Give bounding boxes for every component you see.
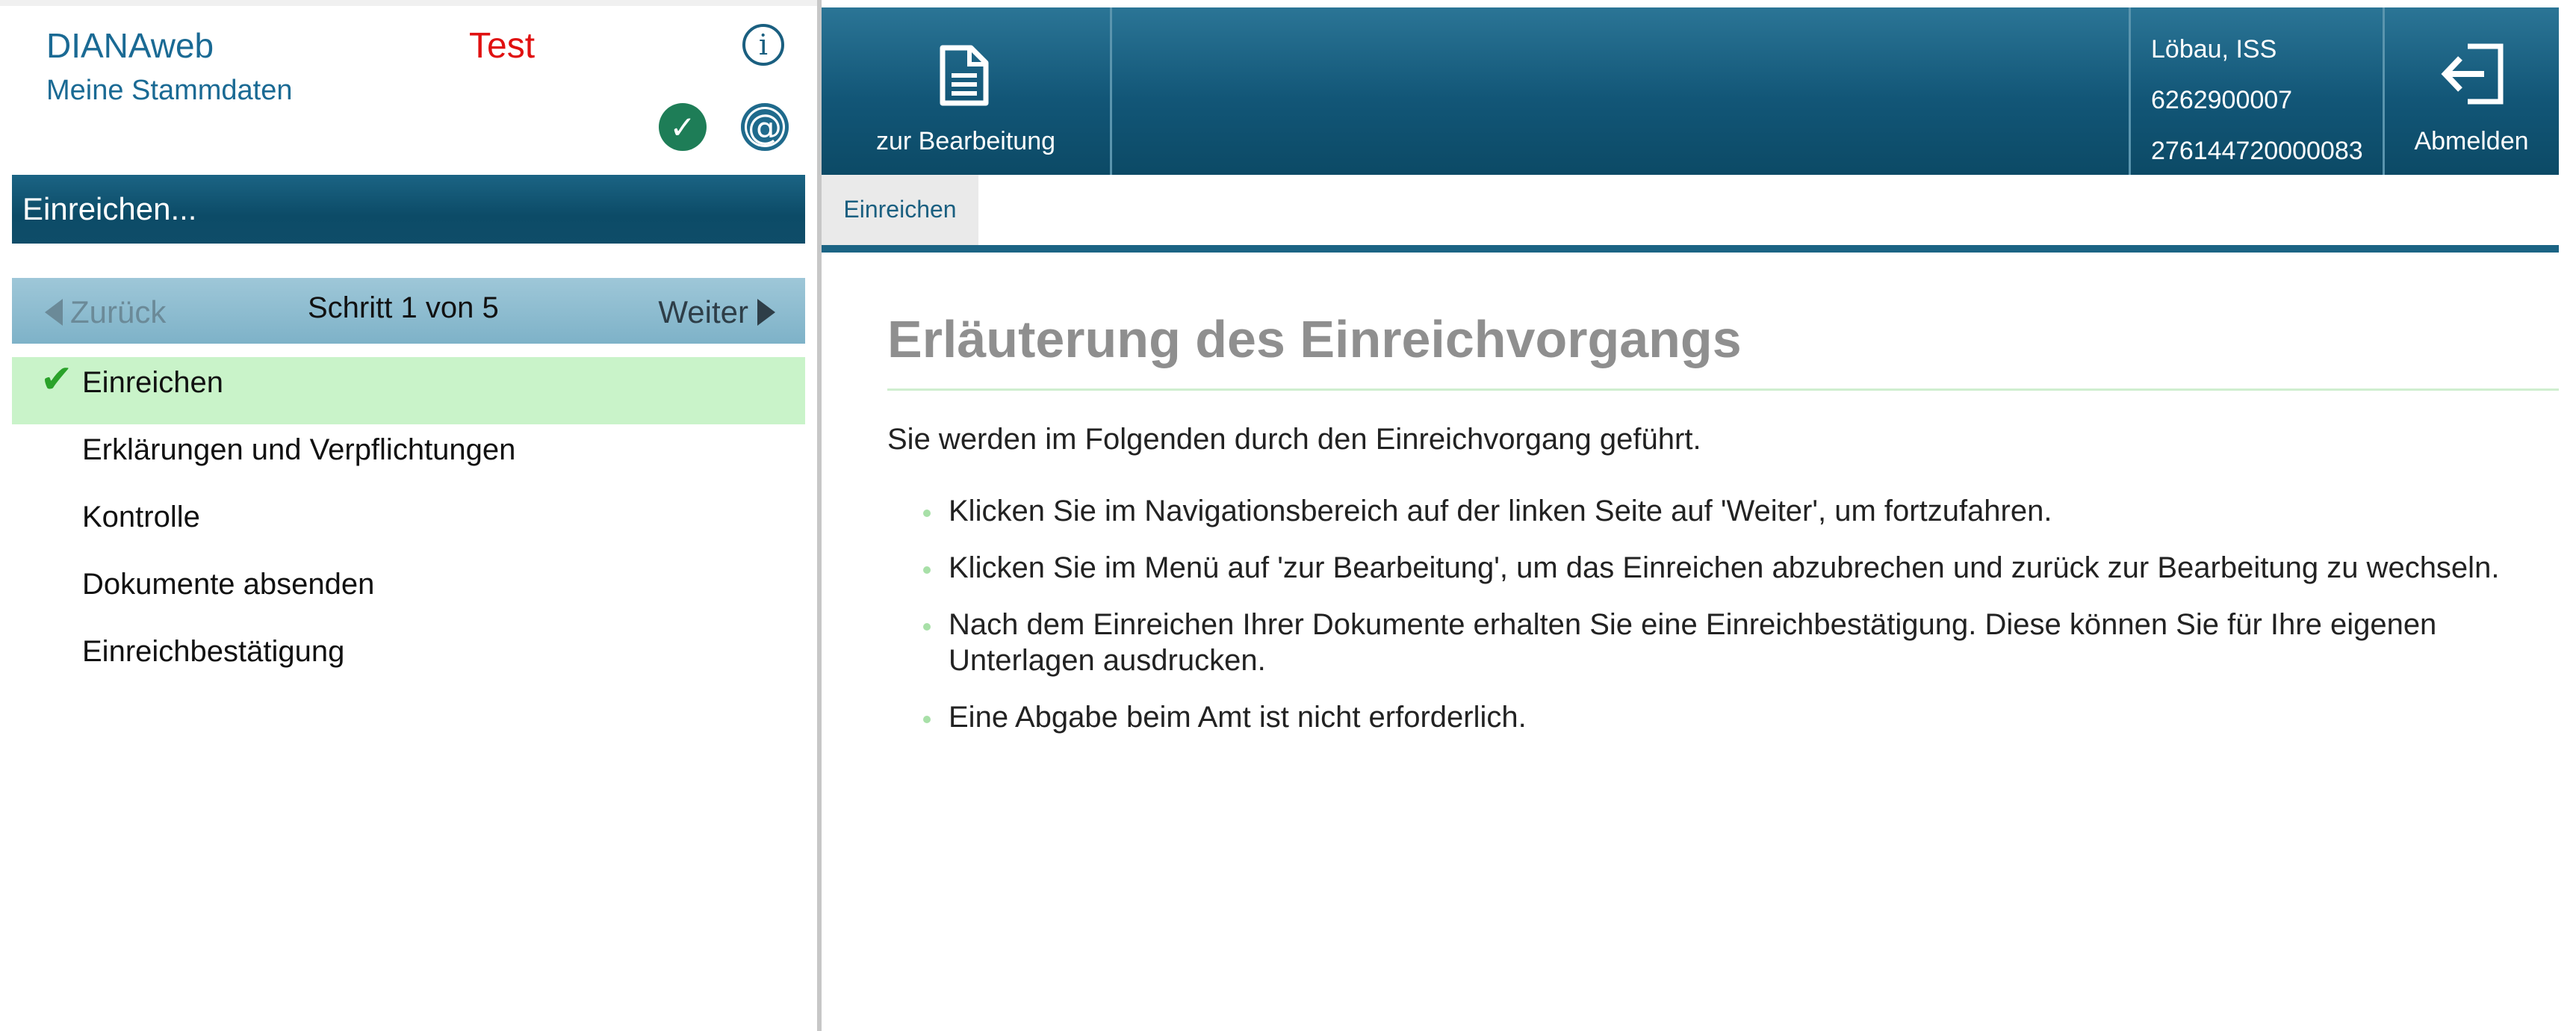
edit-button-label: zur Bearbeitung <box>875 127 1056 155</box>
step-label: Kontrolle <box>82 501 200 533</box>
toolbar-separator <box>2129 7 2131 175</box>
title-divider <box>887 388 2559 391</box>
logout-button-label: Abmelden <box>2414 127 2529 155</box>
step-label: Einreichbestätigung <box>82 635 345 668</box>
info-icon[interactable]: i <box>742 24 784 66</box>
intro-text: Sie werden im Folgenden durch den Einrei… <box>887 423 1701 456</box>
back-button-label: Zurück <box>70 294 167 329</box>
user-id: 276144720000083 <box>2151 137 2363 165</box>
environment-label: Test <box>469 26 536 66</box>
step-counter: Schritt 1 von 5 <box>308 291 499 324</box>
panel-header: Einreichen... <box>12 175 805 244</box>
main-content: Erläuterung des Einreichvorgangs Sie wer… <box>822 253 2559 1031</box>
toolbar-separator <box>1110 7 1112 175</box>
step-navigator: Zurück Schritt 1 von 5 Weiter <box>12 278 805 344</box>
document-icon <box>940 45 989 106</box>
top-strip <box>0 0 819 6</box>
check-icon[interactable]: ✓ <box>659 103 707 151</box>
tab-einreichen[interactable]: Einreichen <box>822 175 978 245</box>
list-item: Eine Abgabe beim Amt ist nicht erforderl… <box>923 699 2547 735</box>
tab-underline <box>822 245 2559 253</box>
step-item-einreichbestaetigung[interactable]: Einreichbestätigung <box>12 626 805 693</box>
user-office: Löbau, ISS <box>2151 35 2277 64</box>
checkmark-icon: ✔ <box>40 357 73 402</box>
step-item-dokumente-absenden[interactable]: Dokumente absenden <box>12 559 805 626</box>
step-label: Dokumente absenden <box>82 568 375 601</box>
logout-button[interactable]: Abmelden <box>2384 7 2559 175</box>
master-data-link[interactable]: Meine Stammdaten <box>46 75 293 107</box>
step-label: Erklärungen und Verpflichtungen <box>82 433 516 466</box>
arrow-left-icon <box>45 299 63 326</box>
user-info: Löbau, ISS 6262900007 276144720000083 <box>2151 24 2363 176</box>
step-item-kontrolle[interactable]: Kontrolle <box>12 492 805 559</box>
arrow-right-icon <box>757 299 775 326</box>
list-item: Nach dem Einreichen Ihrer Dokumente erha… <box>923 607 2547 678</box>
page-title: Erläuterung des Einreichvorgangs <box>887 310 1742 368</box>
step-label: Einreichen <box>82 366 224 399</box>
user-number: 6262900007 <box>2151 86 2293 114</box>
next-button[interactable]: Weiter <box>658 294 775 330</box>
top-toolbar: zur Bearbeitung Löbau, ISS 6262900007 27… <box>822 7 2559 175</box>
step-item-erklaerungen[interactable]: Erklärungen und Verpflichtungen <box>12 424 805 492</box>
at-icon[interactable]: @ <box>741 103 789 151</box>
scrollbar-gutter[interactable] <box>2559 0 2576 1031</box>
step-list: ✔ Einreichen Erklärungen und Verpflichtu… <box>12 357 805 693</box>
edit-button[interactable]: zur Bearbeitung <box>822 7 1110 175</box>
tab-bar: Einreichen <box>822 175 2559 245</box>
list-item: Klicken Sie im Navigationsbereich auf de… <box>923 493 2547 529</box>
step-item-einreichen[interactable]: ✔ Einreichen <box>12 357 805 424</box>
next-button-label: Weiter <box>658 294 748 329</box>
logout-icon <box>2441 43 2504 105</box>
back-button[interactable]: Zurück <box>45 294 166 330</box>
navigation-panel: DIANAweb Meine Stammdaten Test i ✓ @ Ein… <box>0 0 819 1031</box>
app-title: DIANAweb <box>46 26 214 65</box>
list-item: Klicken Sie im Menü auf 'zur Bearbeitung… <box>923 550 2547 586</box>
instruction-list: Klicken Sie im Navigationsbereich auf de… <box>923 493 2547 756</box>
